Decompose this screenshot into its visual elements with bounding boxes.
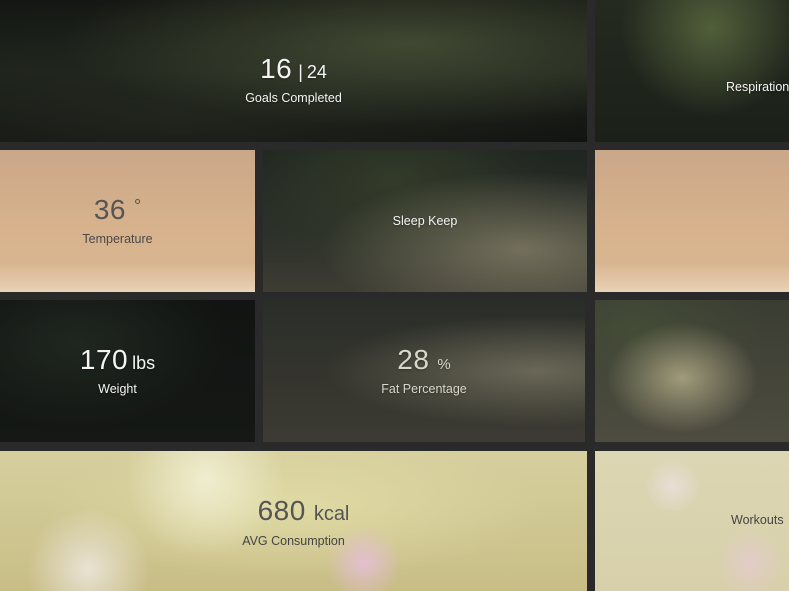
forest-tile-right[interactable] (595, 300, 789, 442)
goals-value-row: 16 | 24 (260, 37, 327, 83)
goals-separator: | (298, 62, 303, 82)
weight-unit: lbs (132, 353, 156, 373)
temperature-value: 36 (93, 194, 126, 225)
goals-completed-tile[interactable]: 16 | 24 Goals Completed (0, 0, 587, 142)
temperature-value-row: 36 ° (94, 196, 141, 224)
respiration-tile[interactable]: Respiration (595, 0, 789, 142)
sleep-keep-label: Sleep Keep (392, 214, 458, 228)
goals-completed-value: 16 (260, 53, 293, 84)
avg-consumption-label: AVG Consumption (242, 533, 345, 548)
fat-percentage-label: Fat Percentage (381, 382, 467, 396)
goals-total-value: 24 (306, 62, 327, 82)
goals-completed-label: Goals Completed (245, 91, 342, 105)
weight-value-row: 170 lbs (80, 346, 155, 374)
workouts-label: Workouts (731, 513, 784, 527)
fat-percentage-tile[interactable]: 28% Fat Percentage (263, 300, 585, 442)
fat-value-row: 28% (397, 346, 451, 374)
consumption-value-row: 680 kcal (257, 494, 350, 526)
weight-value: 170 (79, 344, 129, 375)
respiration-label: Respiration (726, 80, 789, 94)
avg-consumption-unit: kcal (313, 502, 350, 525)
temperature-label: Temperature (82, 232, 153, 246)
avg-consumption-tile[interactable]: 680 kcal AVG Consumption (0, 451, 587, 591)
avg-consumption-value: 680 (257, 494, 306, 526)
temperature-tile[interactable]: 36 ° Temperature (0, 150, 255, 292)
fat-percentage-unit: % (437, 356, 451, 373)
temperature-unit: ° (133, 196, 142, 216)
peach-tile-right[interactable] (595, 150, 789, 292)
sleep-keep-tile[interactable]: Sleep Keep (263, 150, 587, 292)
weight-label: Weight (98, 382, 137, 396)
fat-percentage-value: 28 (397, 344, 430, 375)
workouts-tile[interactable]: Workouts (595, 451, 789, 591)
weight-tile[interactable]: 170 lbs Weight (0, 300, 255, 442)
